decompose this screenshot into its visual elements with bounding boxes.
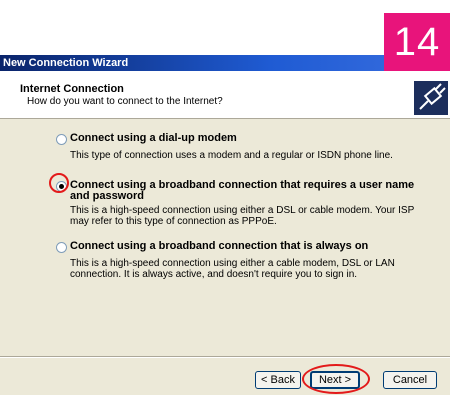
radio-dialup[interactable] xyxy=(56,134,67,145)
option-broadband-login-description: This is a high-speed connection using ei… xyxy=(70,205,415,227)
radio-broadband-always-on[interactable] xyxy=(56,242,67,253)
page-subtitle: How do you want to connect to the Intern… xyxy=(27,96,223,107)
footer-separator xyxy=(0,356,450,358)
network-plug-icon xyxy=(414,81,448,115)
back-button[interactable]: < Back xyxy=(255,371,301,389)
option-broadband-login-label[interactable]: Connect using a broadband connection tha… xyxy=(70,180,425,202)
step-number-badge: 14 xyxy=(384,13,450,71)
selected-radio-highlight-circle xyxy=(49,173,69,193)
next-button-highlight-circle xyxy=(302,364,370,394)
cancel-button[interactable]: Cancel xyxy=(383,371,437,389)
page-title: Internet Connection xyxy=(20,83,124,95)
option-broadband-always-on-label[interactable]: Connect using a broadband connection tha… xyxy=(70,241,425,252)
new-connection-wizard-window: New Connection Wizard Internet Connectio… xyxy=(0,55,450,395)
option-dialup-description: This type of connection uses a modem and… xyxy=(70,150,393,161)
option-dialup-label[interactable]: Connect using a dial-up modem xyxy=(70,133,425,144)
option-broadband-always-on-description: This is a high-speed connection using ei… xyxy=(70,258,395,280)
title-bar[interactable]: New Connection Wizard xyxy=(0,55,450,71)
wizard-header: Internet Connection How do you want to c… xyxy=(0,71,450,119)
window-title: New Connection Wizard xyxy=(3,57,129,69)
